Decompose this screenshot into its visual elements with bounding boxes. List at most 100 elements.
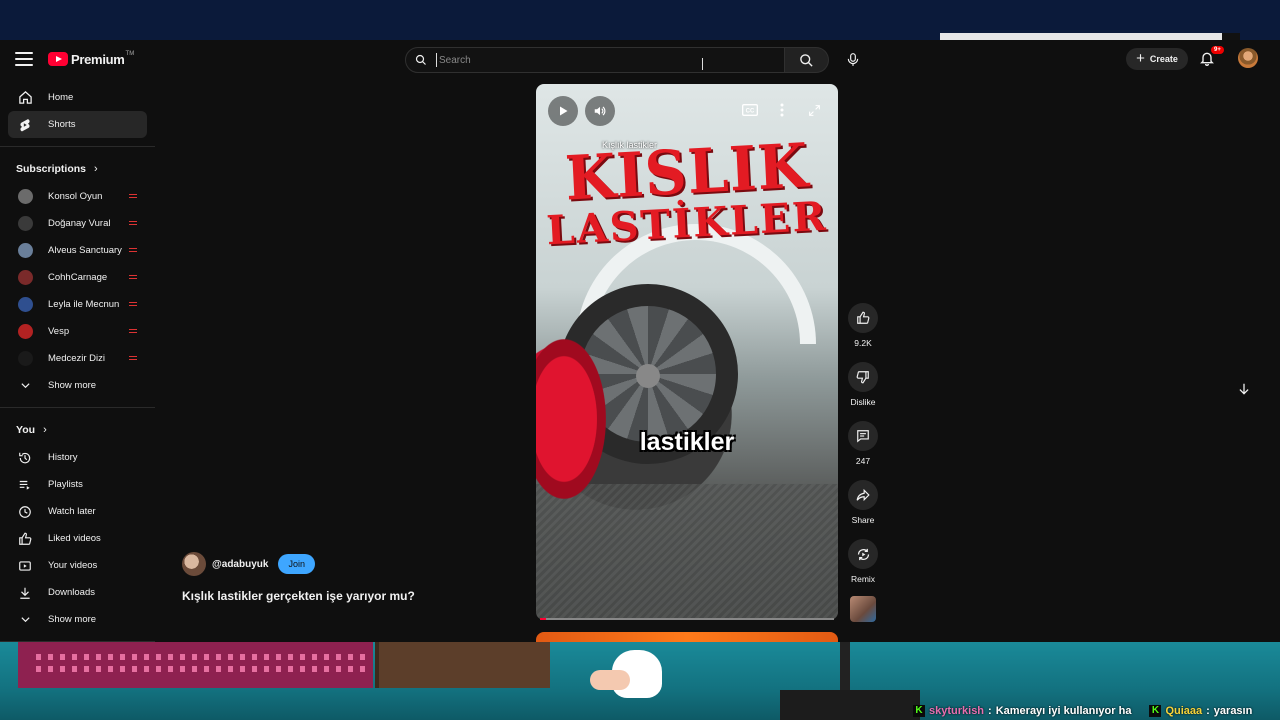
sidebar: Home Shorts Subscriptions › Konsol Oyun D… — [0, 84, 155, 642]
sidebar-item-subscription[interactable]: Vesp — [8, 318, 147, 345]
sidebar-item-subscription[interactable]: Medcezir Dizi — [8, 345, 147, 372]
playlists-icon — [16, 476, 34, 494]
sidebar-item-history[interactable]: History — [8, 444, 147, 471]
remix-button[interactable] — [848, 539, 878, 569]
channel-avatar — [16, 296, 34, 314]
join-button[interactable]: Join — [278, 554, 315, 574]
sidebar-item-playlists[interactable]: Playlists — [8, 471, 147, 498]
stream-brown-panel — [375, 642, 550, 688]
video-progress-fill — [540, 618, 546, 620]
chat-username: skyturkish — [929, 705, 985, 717]
show-more-label: Show more — [48, 380, 97, 391]
search-button[interactable] — [785, 47, 829, 73]
channel-handle[interactable]: @adabuyuk — [212, 559, 268, 570]
video-progress-bar[interactable] — [540, 618, 834, 620]
menu-icon[interactable] — [14, 49, 34, 69]
short-title[interactable]: Kışlık lastikler gerçekten işe yarıyor m… — [182, 589, 415, 603]
share-action: Share — [848, 480, 878, 525]
sidebar-item-label: Shorts — [48, 119, 76, 130]
sidebar-item-downloads[interactable]: Downloads — [8, 579, 147, 606]
live-indicator-icon — [129, 302, 137, 306]
volume-button[interactable] — [585, 96, 615, 126]
sidebar-item-label: Home — [48, 92, 74, 103]
live-indicator-icon — [129, 194, 137, 198]
stream-cat-mascot — [590, 644, 676, 700]
sidebar-item-subscription[interactable]: CohhCarnage — [8, 264, 147, 291]
chevron-down-icon — [16, 611, 34, 629]
sidebar-item-subscription[interactable]: Konsol Oyun — [8, 183, 147, 210]
fullscreen-button[interactable] — [803, 99, 825, 121]
captions-button[interactable]: CC — [739, 99, 761, 121]
svg-text:CC: CC — [746, 109, 755, 115]
create-button[interactable]: + Create — [1126, 48, 1188, 70]
like-action: 9.2K — [848, 303, 878, 348]
sidebar-item-subscription[interactable]: Leyla ile Mecnun — [8, 291, 147, 318]
search-input[interactable] — [436, 53, 784, 67]
channel-avatar — [16, 188, 34, 206]
you-show-more[interactable]: Show more — [8, 606, 147, 633]
channel-avatar — [16, 242, 34, 260]
stream-chat-line: K skyturkish : Kamerayı iyi kullanıyor h… — [913, 704, 1252, 718]
home-icon — [16, 89, 34, 107]
notification-badge: 9+ — [1211, 46, 1224, 54]
short-channel: @adabuyuk Join — [182, 552, 315, 576]
subscriptions-header[interactable]: Subscriptions › — [0, 155, 155, 183]
downloads-icon — [16, 584, 34, 602]
logo-text: Premium — [71, 51, 125, 67]
watch-later-icon — [16, 503, 34, 521]
sidebar-item-label: Downloads — [48, 587, 95, 598]
share-button[interactable] — [848, 480, 878, 510]
next-short-button[interactable] — [1229, 374, 1259, 404]
account-avatar[interactable] — [1238, 48, 1258, 68]
liked-videos-icon — [16, 530, 34, 548]
youtube-premium-logo[interactable]: Premium TM — [48, 50, 134, 68]
plus-icon: + — [1136, 50, 1145, 67]
share-label: Share — [851, 515, 875, 525]
sidebar-item-your-videos[interactable]: Your videos — [8, 552, 147, 579]
short-video-player[interactable]: KISLIK LASTİKLER lastikler Kışlık lastik… — [536, 84, 838, 620]
chat-separator: : — [1206, 705, 1210, 717]
sidebar-item-label: Alveus Sanctuary — [48, 245, 122, 256]
channel-avatar-image — [17, 324, 33, 339]
channel-avatar-image — [17, 351, 33, 366]
sidebar-item-watch-later[interactable]: Watch later — [8, 498, 147, 525]
play-button[interactable] — [548, 96, 578, 126]
audio-source-thumbnail[interactable] — [850, 596, 876, 622]
dislike-button[interactable] — [848, 362, 878, 392]
notifications-button[interactable]: 9+ — [1199, 46, 1224, 69]
subscriptions-show-more[interactable]: Show more — [8, 372, 147, 399]
search-icon — [800, 53, 813, 67]
sidebar-item-subscription[interactable]: Doğanay Vural — [8, 210, 147, 237]
search-icon — [406, 54, 436, 66]
video-ground — [536, 484, 838, 620]
you-header[interactable]: You › — [0, 416, 155, 444]
remix-action: Remix — [848, 539, 878, 584]
comments-button[interactable] — [848, 421, 878, 451]
sidebar-item-label: Doğanay Vural — [48, 218, 111, 229]
volume-icon — [594, 106, 606, 116]
youtube-window: Premium TM + Create 9+ Home — [0, 40, 1280, 642]
arrow-down-icon — [1239, 383, 1249, 395]
remix-label: Remix — [850, 574, 876, 584]
history-icon — [16, 449, 34, 467]
channel-avatar-image — [17, 189, 33, 204]
channel-avatar[interactable] — [182, 552, 206, 576]
sidebar-item-shorts[interactable]: Shorts — [8, 111, 147, 138]
youtube-play-logo-icon — [48, 52, 68, 66]
share-icon — [856, 488, 870, 502]
text-cursor — [702, 58, 707, 70]
sidebar-item-label: Playlists — [48, 479, 83, 490]
like-button[interactable] — [848, 303, 878, 333]
more-options-button[interactable] — [771, 99, 793, 121]
sidebar-item-home[interactable]: Home — [8, 84, 147, 111]
more-vert-icon — [780, 103, 784, 117]
next-short-preview[interactable] — [536, 632, 838, 642]
live-indicator-icon — [129, 356, 137, 360]
you-title: You — [16, 424, 36, 436]
voice-search-button[interactable] — [840, 46, 866, 72]
sidebar-item-subscription[interactable]: Alveus Sanctuary — [8, 237, 147, 264]
sidebar-divider — [0, 146, 155, 147]
show-more-label: Show more — [48, 614, 97, 625]
sidebar-item-liked-videos[interactable]: Liked videos — [8, 525, 147, 552]
subscriptions-title: Subscriptions — [16, 163, 87, 175]
